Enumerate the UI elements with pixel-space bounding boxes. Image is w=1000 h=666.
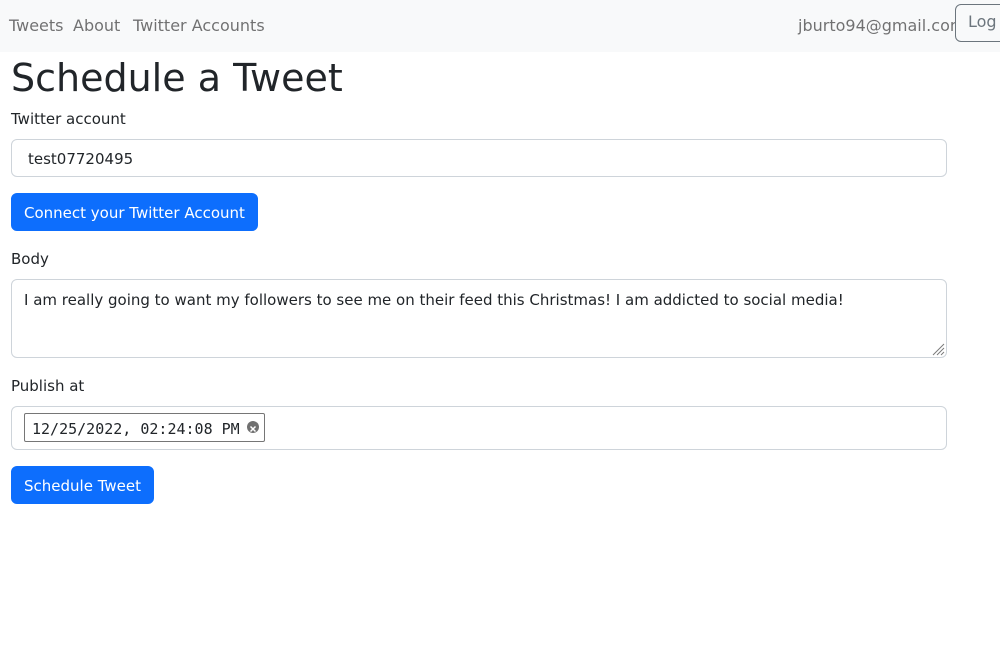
publish-at-container: 12/25/2022, 02:24:08 PM (11, 406, 947, 450)
connect-twitter-account-button[interactable]: Connect your Twitter Account (11, 193, 258, 231)
twitter-account-label: Twitter account (11, 110, 126, 128)
nav-link-tweets[interactable]: Tweets (9, 16, 64, 35)
nav-link-twitter-accounts[interactable]: Twitter Accounts (133, 16, 265, 35)
body-label: Body (11, 250, 49, 268)
body-text: I am really going to want my followers t… (24, 291, 844, 309)
navbar: Tweets About Twitter Accounts jburto94@g… (0, 0, 1000, 52)
schedule-tweet-button[interactable]: Schedule Tweet (11, 466, 154, 504)
publish-at-label: Publish at (11, 377, 85, 395)
publish-at-value: 12/25/2022, 02:24:08 PM (32, 420, 240, 438)
logout-button[interactable]: Log (955, 4, 1000, 42)
nav-link-about[interactable]: About (73, 16, 120, 35)
resize-grip-icon[interactable] (931, 342, 945, 356)
publish-at-input[interactable]: 12/25/2022, 02:24:08 PM (24, 413, 265, 442)
twitter-account-select[interactable]: test07720495 (11, 139, 947, 177)
user-email: jburto94@gmail.com (798, 16, 966, 35)
page-title: Schedule a Tweet (11, 56, 343, 100)
twitter-account-value: test07720495 (28, 150, 134, 168)
body-textarea[interactable]: I am really going to want my followers t… (11, 279, 947, 358)
clear-icon[interactable] (247, 421, 259, 433)
